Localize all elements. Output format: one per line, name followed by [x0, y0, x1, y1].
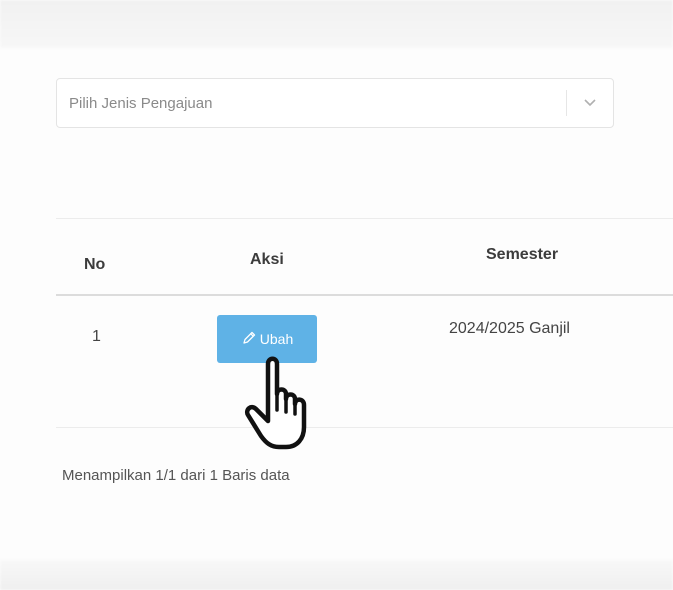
column-header-semester: Semester	[486, 246, 559, 263]
chevron-down-icon[interactable]	[567, 99, 613, 107]
bottom-bar	[0, 560, 673, 590]
table-header-divider	[56, 294, 673, 296]
table-top-divider	[56, 218, 673, 219]
cell-semester: 2024/2025 Ganjil	[449, 320, 570, 337]
hand-pointer-icon	[245, 356, 307, 450]
edit-button-label: Ubah	[259, 331, 294, 347]
pagination-info: Menampilkan 1/1 dari 1 Baris data	[62, 467, 290, 484]
column-header-no: No	[84, 256, 106, 273]
select-placeholder: Pilih Jenis Pengajuan	[69, 94, 213, 112]
submission-type-select[interactable]: Pilih Jenis Pengajuan	[56, 78, 614, 128]
pencil-icon	[241, 330, 257, 349]
page: Pilih Jenis Pengajuan No Aksi Semester 1…	[0, 0, 673, 590]
column-header-aksi: Aksi	[250, 251, 284, 268]
cell-no: 1	[92, 328, 101, 345]
top-bar	[0, 0, 673, 48]
table-bottom-divider	[56, 427, 673, 428]
